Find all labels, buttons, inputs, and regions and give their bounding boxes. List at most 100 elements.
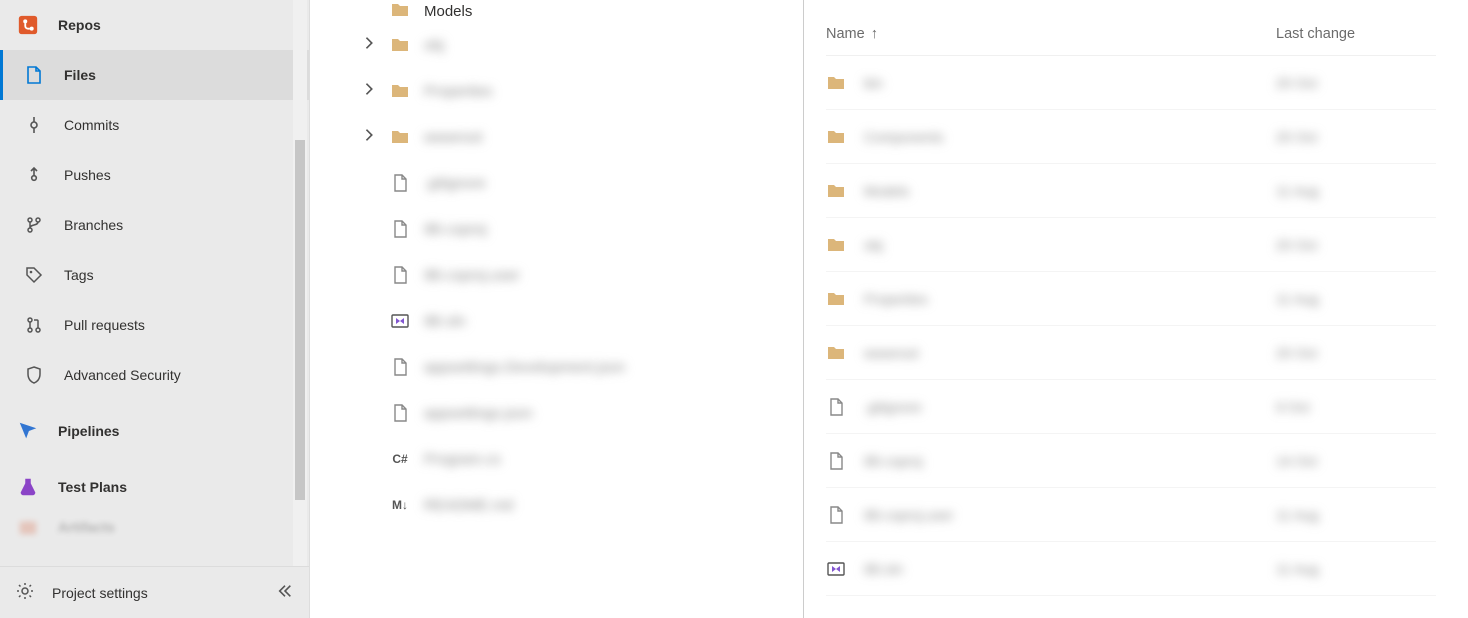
nav-branches-label: Branches: [64, 217, 123, 233]
tree-item[interactable]: appsettings.Development.json: [310, 344, 803, 390]
file-icon: [826, 505, 846, 525]
tree-item[interactable]: IBI.sln: [310, 298, 803, 344]
tree-label: obj: [424, 37, 444, 54]
tree-item[interactable]: wwwroot: [310, 114, 803, 160]
table-row[interactable]: Models 11 Aug: [826, 164, 1436, 218]
folder-icon: [826, 127, 846, 147]
nav-files-label: Files: [64, 67, 96, 83]
tree-item[interactable]: IBI.csproj: [310, 206, 803, 252]
table-row[interactable]: IBI.sln 11 Aug: [826, 542, 1436, 596]
tree-label: IBI.csproj.user: [424, 267, 520, 284]
sidebar: Repos Files Commits Pushes: [0, 0, 310, 618]
file-icon: [390, 219, 410, 239]
nav-commits[interactable]: Commits: [0, 100, 309, 150]
sidebar-scrollbar-thumb[interactable]: [295, 140, 305, 500]
last-change: 14 Oct: [1276, 453, 1436, 469]
nav-repos[interactable]: Repos: [0, 0, 309, 50]
collapse-sidebar-icon[interactable]: [277, 583, 293, 602]
tree-item[interactable]: obj: [310, 22, 803, 68]
table-row[interactable]: IBI.csproj 14 Oct: [826, 434, 1436, 488]
tree-item[interactable]: C# Program.cs: [310, 436, 803, 482]
file-icon: [826, 451, 846, 471]
last-change: 20 Oct: [1276, 237, 1436, 253]
tree-item[interactable]: IBI.csproj.user: [310, 252, 803, 298]
artifacts-icon: [16, 515, 40, 539]
last-change: 20 Oct: [1276, 345, 1436, 361]
sidebar-scrollbar[interactable]: [293, 0, 307, 566]
files-icon: [22, 63, 46, 87]
test-plans-icon: [16, 475, 40, 499]
nav-tags-label: Tags: [64, 267, 94, 283]
tree-item[interactable]: Properties: [310, 68, 803, 114]
last-change: 20 Oct: [1276, 75, 1436, 91]
file-icon: [390, 403, 410, 423]
column-header-last-change-label: Last change: [1276, 26, 1355, 42]
tree-label: Models: [424, 3, 472, 20]
tree-label: appsettings.json: [424, 405, 532, 422]
nav-pull-requests[interactable]: Pull requests: [0, 300, 309, 350]
table-row[interactable]: Components 20 Oct: [826, 110, 1436, 164]
nav-files[interactable]: Files: [0, 50, 309, 100]
file-tree: Models obj Properties wwwroot .gitignore…: [310, 0, 804, 618]
solution-icon: [826, 559, 846, 579]
nav-repos-label: Repos: [58, 17, 101, 33]
column-header-last-change[interactable]: Last change: [1276, 26, 1436, 42]
tree-label: wwwroot: [424, 129, 482, 146]
nav-pipelines-label: Pipelines: [58, 423, 119, 439]
shield-icon: [22, 363, 46, 387]
file-icon: [390, 265, 410, 285]
nav-commits-label: Commits: [64, 117, 119, 133]
folder-icon: [826, 343, 846, 363]
csharp-icon: C#: [390, 449, 410, 469]
nav-branches[interactable]: Branches: [0, 200, 309, 250]
nav-pipelines[interactable]: Pipelines: [0, 406, 309, 456]
pull-requests-icon: [22, 313, 46, 337]
file-grid: Name ↑ Last change bin 20 Oct Components…: [804, 0, 1468, 618]
tree-label: .gitignore: [424, 175, 486, 192]
folder-icon: [390, 81, 410, 101]
table-row[interactable]: wwwroot 20 Oct: [826, 326, 1436, 380]
nav-advanced-security[interactable]: Advanced Security: [0, 350, 309, 400]
tree-item[interactable]: appsettings.json: [310, 390, 803, 436]
nav-tags[interactable]: Tags: [0, 250, 309, 300]
last-change: 11 Aug: [1276, 507, 1436, 523]
last-change: 20 Oct: [1276, 129, 1436, 145]
commits-icon: [22, 113, 46, 137]
table-row[interactable]: .gitignore 9 Oct: [826, 380, 1436, 434]
tree-label: Properties: [424, 83, 492, 100]
branches-icon: [22, 213, 46, 237]
tree-item[interactable]: M↓ README.md: [310, 482, 803, 528]
folder-icon: [390, 35, 410, 55]
chevron-right-icon[interactable]: [362, 127, 376, 147]
file-name: obj: [864, 237, 883, 253]
nav-advanced-security-label: Advanced Security: [64, 367, 181, 383]
file-name: Components: [864, 129, 943, 145]
nav-test-plans-label: Test Plans: [58, 479, 127, 495]
file-icon: [826, 397, 846, 417]
grid-header: Name ↑ Last change: [826, 12, 1436, 56]
nav-artifacts-label: Artifacts: [58, 519, 115, 535]
table-row[interactable]: IBI.csproj.user 11 Aug: [826, 488, 1436, 542]
pipelines-icon: [16, 419, 40, 443]
table-row[interactable]: Properties 11 Aug: [826, 272, 1436, 326]
last-change: 11 Aug: [1276, 561, 1436, 577]
file-name: bin: [864, 75, 883, 91]
nav-pushes[interactable]: Pushes: [0, 150, 309, 200]
nav-artifacts[interactable]: Artifacts: [0, 512, 309, 542]
folder-icon: [826, 181, 846, 201]
file-icon: [390, 173, 410, 193]
project-settings[interactable]: Project settings: [0, 566, 309, 618]
table-row[interactable]: obj 20 Oct: [826, 218, 1436, 272]
table-row[interactable]: bin 20 Oct: [826, 56, 1436, 110]
solution-icon: [390, 311, 410, 331]
column-header-name[interactable]: Name ↑: [826, 26, 1276, 42]
tree-item[interactable]: Models: [310, 0, 803, 22]
repos-icon: [16, 13, 40, 37]
nav-test-plans[interactable]: Test Plans: [0, 462, 309, 512]
tree-item[interactable]: .gitignore: [310, 160, 803, 206]
chevron-right-icon[interactable]: [362, 81, 376, 101]
folder-icon: [826, 289, 846, 309]
project-settings-label: Project settings: [52, 585, 148, 601]
file-name: IBI.csproj: [864, 453, 922, 469]
chevron-right-icon[interactable]: [362, 35, 376, 55]
